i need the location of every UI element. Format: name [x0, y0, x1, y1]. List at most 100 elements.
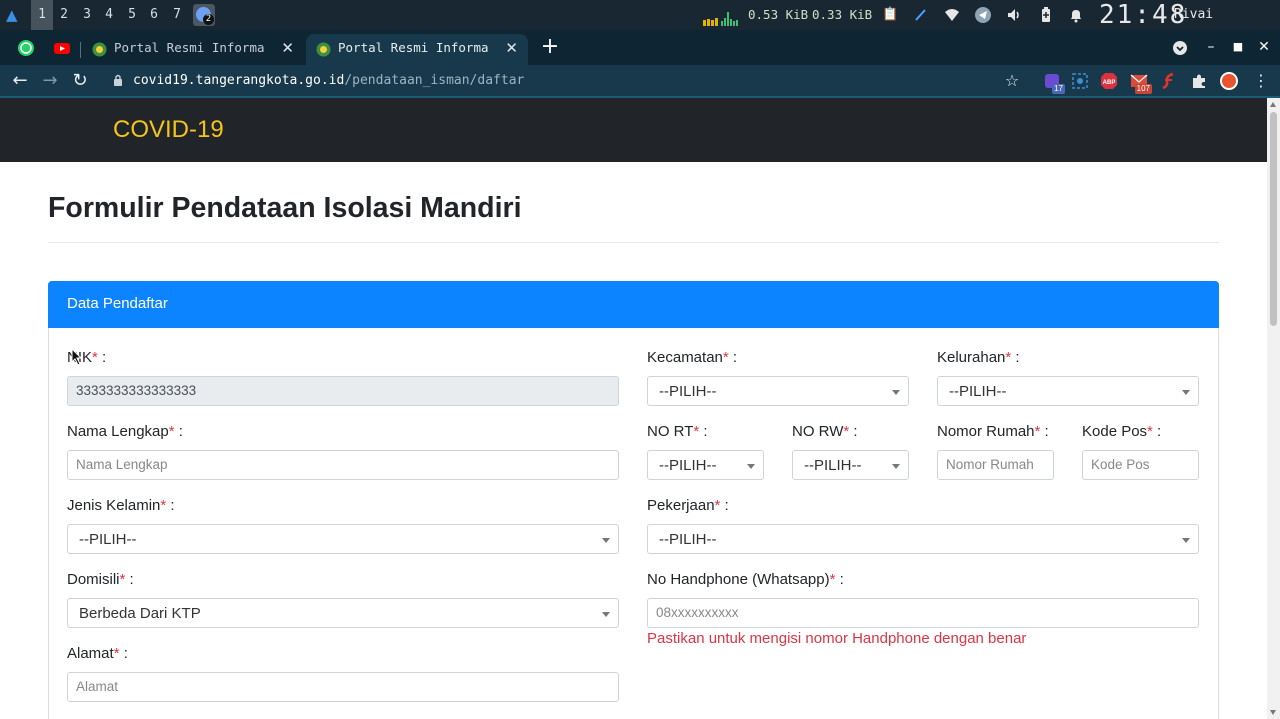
chevron-down-icon — [892, 464, 900, 469]
site-favicon-icon — [92, 42, 107, 57]
wifi-icon[interactable] — [944, 7, 960, 23]
workspace-1[interactable]: 1 — [31, 0, 53, 30]
extension-badge-icon[interactable]: 17 — [1043, 72, 1065, 94]
registration-card: Data Pendaftar — [48, 281, 1219, 719]
close-tab-icon[interactable]: ✕ — [505, 34, 518, 62]
arch-logo-icon[interactable]: ▲ — [6, 6, 18, 24]
domisili-label: Domisili* : — [67, 571, 134, 588]
svg-text:ABP: ABP — [1103, 80, 1116, 86]
kode-pos-field[interactable]: Kode Pos — [1082, 450, 1199, 480]
handphone-help-text: Pastikan untuk mengisi nomor Handphone d… — [647, 630, 1027, 647]
nama-lengkap-label: Nama Lengkap* : — [67, 423, 183, 440]
nama-lengkap-field[interactable]: Nama Lengkap — [67, 450, 619, 480]
page-title: Formulir Pendataan Isolasi Mandiri — [48, 192, 522, 224]
address-bar[interactable]: covid19.tangerangkota.go.id/pendataan_is… — [133, 65, 524, 96]
close-window-icon[interactable]: ✕ — [1255, 37, 1273, 57]
url-host: covid19.tangerangkota.go.id — [133, 73, 345, 88]
maximize-icon[interactable]: ■ — [1229, 37, 1247, 57]
chevron-down-icon — [602, 612, 610, 617]
pekerjaan-select[interactable]: --PILIH-- — [647, 524, 1199, 554]
alamat-field[interactable]: Alamat — [67, 672, 619, 702]
scrollbar-thumb[interactable] — [1270, 112, 1277, 326]
jenis-kelamin-label: Jenis Kelamin* : — [67, 497, 175, 514]
network-graph-icon — [703, 12, 738, 26]
flash-icon[interactable] — [1160, 72, 1178, 90]
no-rw-label: NO RW* : — [792, 423, 858, 440]
no-rt-label: NO RT* : — [647, 423, 708, 440]
tab-portal-2[interactable]: Portal Resmi Informasi ✕ — [306, 34, 528, 65]
mail-icon[interactable]: 107 — [1130, 72, 1152, 94]
card-title: Data Pendaftar — [67, 295, 168, 312]
tab-title: Portal Resmi Informasi — [114, 40, 264, 55]
workspace-2[interactable]: 2 — [53, 0, 75, 30]
lock-icon[interactable] — [113, 74, 123, 86]
nik-field[interactable]: 3333333333333333 — [67, 376, 619, 406]
kelurahan-select[interactable]: --PILIH-- — [937, 376, 1199, 406]
back-arrow-icon[interactable]: ← — [10, 71, 30, 91]
browser-toolbar: ← → ↻ covid19.tangerangkota.go.id/pendat… — [0, 65, 1280, 97]
no-handphone-field[interactable]: 08xxxxxxxxxx — [647, 598, 1199, 628]
minimize-icon[interactable]: – — [1202, 37, 1220, 57]
pen-icon[interactable] — [913, 7, 929, 23]
chevron-down-icon — [1182, 538, 1190, 543]
puzzle-icon[interactable] — [1190, 72, 1208, 90]
reload-icon[interactable]: ↻ — [70, 71, 90, 91]
system-top-bar: ▲ 1 2 3 4 5 6 7 2 0.53 KiB 0.33 KiB 📋 21… — [0, 0, 1280, 52]
avatar[interactable] — [1220, 72, 1238, 90]
forward-arrow-icon[interactable]: → — [40, 71, 60, 91]
chevron-down-icon — [602, 538, 610, 543]
bell-icon[interactable] — [1068, 7, 1084, 23]
site-navbar: COVID-19 — [0, 98, 1267, 162]
chevron-down-icon — [892, 390, 900, 395]
workspace-6[interactable]: 6 — [143, 0, 165, 30]
workspace-3[interactable]: 3 — [76, 0, 98, 30]
window-count-badge: 2 — [203, 14, 214, 25]
adblock-icon[interactable]: ABP — [1100, 72, 1118, 90]
browser-tab-strip: Portal Resmi Informasi ✕ Portal Resmi In… — [0, 30, 1280, 65]
scroll-down-arrow-icon[interactable] — [1270, 710, 1276, 715]
url-path: /pendataan_isman/daftar — [344, 73, 525, 88]
no-rt-select[interactable]: --PILIH-- — [647, 450, 764, 480]
youtube-icon[interactable] — [53, 39, 71, 57]
extension-badge: 17 — [1052, 84, 1065, 94]
site-brand[interactable]: COVID-19 — [113, 98, 224, 162]
nomor-rumah-field[interactable]: Nomor Rumah — [937, 450, 1054, 480]
scroll-up-arrow-icon[interactable] — [1270, 102, 1276, 107]
domisili-select[interactable]: Berbeda Dari KTP — [67, 598, 619, 628]
kecamatan-select[interactable]: --PILIH-- — [647, 376, 909, 406]
workspace-5[interactable]: 5 — [121, 0, 143, 30]
telegram-icon[interactable] — [975, 7, 991, 23]
workspace-4[interactable]: 4 — [98, 0, 120, 30]
mouse-cursor-icon — [71, 348, 83, 366]
chrome-window-icon[interactable]: 2 — [193, 4, 215, 26]
tab-title: Portal Resmi Informasi — [338, 40, 488, 55]
chevron-down-icon — [747, 464, 755, 469]
web-page: COVID-19 Formulir Pendataan Isolasi Mand… — [0, 98, 1267, 719]
clipboard-icon[interactable]: 📋 — [882, 7, 898, 23]
mail-count-badge: 107 — [1134, 84, 1152, 94]
menu-kebab-icon[interactable]: ⋮ — [1251, 71, 1271, 91]
workspace-7[interactable]: 7 — [166, 0, 188, 30]
site-favicon-icon — [316, 42, 331, 57]
kecamatan-label: Kecamatan* : — [647, 349, 738, 366]
screenshot-icon[interactable] — [1071, 72, 1089, 90]
bookmark-star-icon[interactable]: ☆ — [1002, 71, 1022, 91]
no-handphone-label: No Handphone (Whatsapp)* : — [647, 571, 844, 588]
new-tab-button[interactable]: + — [540, 36, 560, 58]
kelurahan-label: Kelurahan* : — [937, 349, 1020, 366]
alamat-label: Alamat* : — [67, 645, 128, 662]
card-header: Data Pendaftar — [48, 281, 1219, 328]
divider — [48, 242, 1219, 243]
pekerjaan-label: Pekerjaan* : — [647, 497, 729, 514]
volume-icon[interactable] — [1006, 7, 1022, 23]
tab-portal-1[interactable]: Portal Resmi Informasi ✕ — [82, 34, 304, 65]
tab-search-icon[interactable] — [1171, 38, 1189, 58]
close-tab-icon[interactable]: ✕ — [281, 34, 294, 62]
chevron-down-icon — [1182, 390, 1190, 395]
no-rw-select[interactable]: --PILIH-- — [792, 450, 909, 480]
battery-icon[interactable] — [1038, 7, 1054, 23]
whatsapp-icon[interactable] — [17, 39, 35, 57]
jenis-kelamin-select[interactable]: --PILIH-- — [67, 524, 619, 554]
kode-pos-label: Kode Pos* : — [1082, 423, 1162, 440]
page-scrollbar[interactable] — [1267, 98, 1280, 719]
